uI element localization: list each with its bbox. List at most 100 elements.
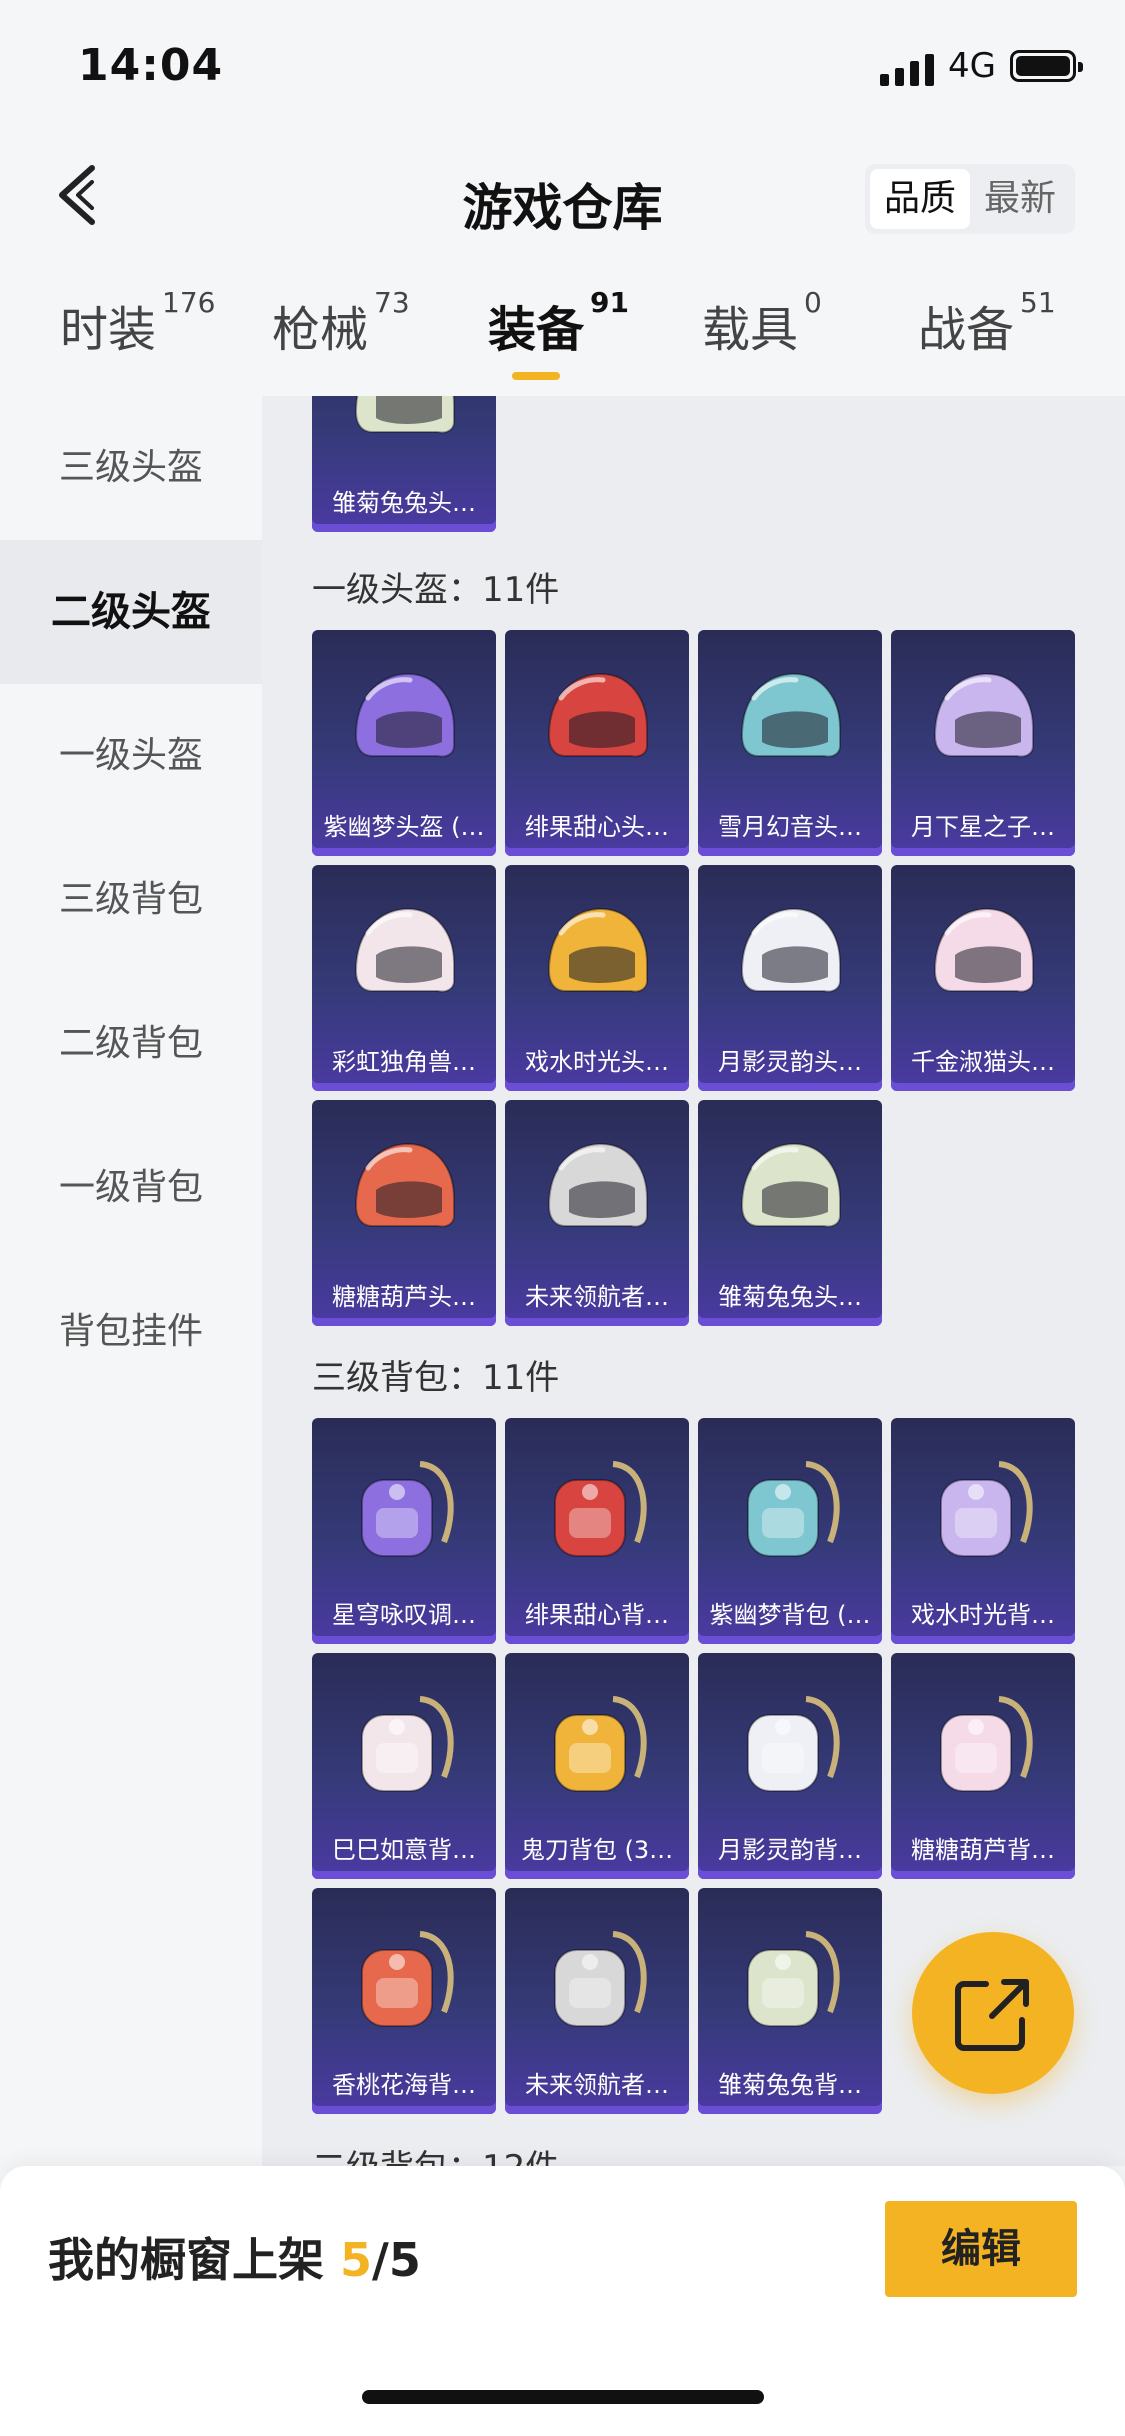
backpack-icon (361, 1461, 454, 1557)
item-name: 戏水时光头… (525, 1048, 669, 1076)
sidebar-item-backpack-pendant[interactable]: 背包挂件 (0, 1260, 262, 1404)
sidebar-item-level1-backpack[interactable]: 一级背包 (0, 1116, 262, 1260)
tab-supplies[interactable]: 战备 51 (918, 286, 1056, 360)
section-title: 二级背包：12件 (312, 2140, 559, 2166)
item-card[interactable]: 彩虹独角兽… (312, 865, 496, 1091)
backpack-icon (361, 1696, 454, 1792)
item-card[interactable]: 绯果甜心头… (505, 630, 689, 856)
status-time: 14:04 (78, 40, 224, 91)
item-name: 戏水时光背… (911, 1601, 1055, 1629)
item-name: 雪月幻音头… (718, 813, 862, 841)
item-name: 香桃花海背… (332, 2071, 476, 2099)
item-name: 月下星之子… (911, 813, 1055, 841)
share-external-icon (955, 1979, 1029, 2051)
sidebar-item-level3-helmet[interactable]: 三级头盔 (0, 396, 262, 540)
tab-label: 枪械 (272, 302, 369, 358)
item-card[interactable]: 戏水时光背… (891, 1418, 1075, 1644)
item-name: 巳巳如意背… (332, 1836, 476, 1864)
item-card[interactable]: 香桃花海背… (312, 1888, 496, 2114)
helmet-icon (547, 907, 648, 993)
back-button[interactable] (50, 160, 110, 230)
tab-count: 51 (1020, 286, 1056, 319)
item-name: 未来领航者… (525, 1283, 669, 1311)
shelf-current: 5 (340, 2233, 373, 2287)
shelf-status: 我的橱窗上架 5/5 (48, 2224, 421, 2290)
helmet-icon (354, 1142, 455, 1228)
share-button[interactable] (912, 1932, 1074, 2094)
tab-equipment[interactable]: 装备 91 (488, 286, 629, 360)
item-card[interactable]: 糖糖葫芦背… (891, 1653, 1075, 1879)
item-card[interactable]: 紫幽梦头盔 (… (312, 630, 496, 856)
item-card[interactable]: 绯果甜心背… (505, 1418, 689, 1644)
battery-icon (1010, 50, 1083, 82)
tab-count: 91 (590, 286, 629, 319)
item-card[interactable]: 雏菊兔兔头… (698, 1100, 882, 1326)
item-name: 彩虹独角兽… (332, 1048, 476, 1076)
backpack-icon (940, 1696, 1033, 1792)
item-card[interactable]: 月影灵韵背… (698, 1653, 882, 1879)
item-card[interactable]: 鬼刀背包 (3… (505, 1653, 689, 1879)
item-name: 千金淑猫头… (911, 1048, 1055, 1076)
item-card[interactable]: 月下星之子… (891, 630, 1075, 856)
sort-newest-button[interactable]: 最新 (970, 169, 1070, 229)
home-indicator (362, 2390, 764, 2404)
tab-label: 时装 (60, 302, 157, 358)
shelf-label: 我的橱窗上架 (48, 2233, 324, 2287)
tab-count: 0 (804, 286, 822, 319)
sidebar-item-level2-helmet[interactable]: 二级头盔 (0, 540, 262, 684)
status-bar: 14:04 4G (0, 0, 1125, 140)
sidebar: 三级头盔 二级头盔 一级头盔 三级背包 二级背包 一级背包 背包挂件 (0, 396, 262, 2166)
helmet-icon (547, 672, 648, 758)
item-name: 未来领航者… (525, 2071, 669, 2099)
item-card[interactable]: 雪月幻音头… (698, 630, 882, 856)
helmet-icon (354, 396, 455, 434)
shelf-total: /5 (372, 2233, 421, 2287)
active-tab-indicator (512, 372, 560, 380)
item-name: 糖糖葫芦背… (911, 1836, 1055, 1864)
tab-fashion[interactable]: 时装 176 (60, 286, 215, 360)
item-card[interactable]: 雏菊兔兔头… (312, 396, 496, 532)
sidebar-item-level3-backpack[interactable]: 三级背包 (0, 828, 262, 972)
item-grid: 一级头盔：11件 三级背包：11件 二级背包：12件 雏菊兔兔头… 紫幽梦头盔 (… (262, 396, 1125, 2166)
item-card[interactable]: 未来领航者… (505, 1100, 689, 1326)
tab-count: 73 (374, 286, 410, 319)
helmet-icon (740, 907, 841, 993)
tab-vehicles[interactable]: 载具 0 (702, 286, 822, 360)
edit-button[interactable]: 编辑 (885, 2201, 1077, 2297)
helmet-icon (547, 1142, 648, 1228)
item-card[interactable]: 星穹咏叹调… (312, 1418, 496, 1644)
item-card[interactable]: 巳巳如意背… (312, 1653, 496, 1879)
item-name: 星穹咏叹调… (332, 1601, 476, 1629)
tab-guns[interactable]: 枪械 73 (272, 286, 410, 360)
item-name: 糖糖葫芦头… (332, 1283, 476, 1311)
helmet-icon (354, 672, 455, 758)
tab-label: 装备 (488, 302, 585, 358)
section-title: 一级头盔：11件 (312, 570, 560, 610)
sort-toggle: 品质 最新 (865, 164, 1075, 234)
item-card[interactable]: 紫幽梦背包 (… (698, 1418, 882, 1644)
item-name: 月影灵韵背… (718, 1836, 862, 1864)
sidebar-item-level1-helmet[interactable]: 一级头盔 (0, 684, 262, 828)
backpack-icon (554, 1696, 647, 1792)
sort-quality-button[interactable]: 品质 (870, 169, 970, 229)
item-name: 雏菊兔兔头… (332, 489, 476, 517)
tab-label: 战备 (918, 302, 1015, 358)
item-card[interactable]: 雏菊兔兔背… (698, 1888, 882, 2114)
item-card[interactable]: 糖糖葫芦头… (312, 1100, 496, 1326)
signal-icon (880, 52, 936, 86)
network-type: 4G (948, 46, 996, 86)
item-name: 绯果甜心头… (525, 813, 669, 841)
item-card[interactable]: 千金淑猫头… (891, 865, 1075, 1091)
sidebar-item-level2-backpack[interactable]: 二级背包 (0, 972, 262, 1116)
item-name: 鬼刀背包 (3… (520, 1836, 674, 1864)
item-card[interactable]: 月影灵韵头… (698, 865, 882, 1091)
item-card[interactable]: 未来领航者… (505, 1888, 689, 2114)
item-card[interactable]: 戏水时光头… (505, 865, 689, 1091)
helmet-icon (933, 672, 1034, 758)
chevron-left-icon (59, 165, 95, 225)
backpack-icon (554, 1461, 647, 1557)
helmet-icon (933, 907, 1034, 993)
backpack-icon (361, 1931, 454, 2027)
tab-count: 176 (162, 286, 216, 319)
item-name: 雏菊兔兔背… (718, 2071, 862, 2099)
